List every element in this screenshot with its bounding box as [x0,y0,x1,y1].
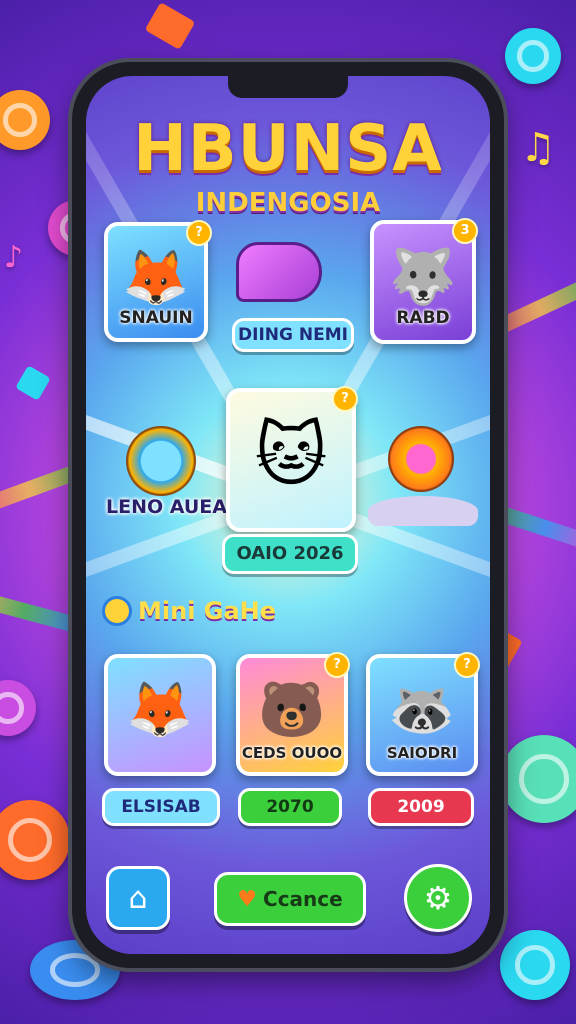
mini-game-pill-2[interactable]: 2070 [238,788,342,826]
center-action-label: Ccance [263,887,343,911]
bear-character-icon: 🐻 [258,678,326,742]
wolf-character-icon: 🐺 [389,245,457,309]
coin-icon [500,735,576,823]
help-badge-icon: ? [186,220,212,246]
rocket-icon [236,242,322,302]
feature-pill-center[interactable]: OAIO 2026 [222,534,358,574]
mini-game-pill-1[interactable]: ELSISAB [102,788,220,826]
heart-icon: ♥ [237,886,258,912]
gem-icon [144,2,196,50]
home-button[interactable]: ⌂ [106,866,170,930]
fox-character-icon: 🦊 [126,678,194,742]
settings-button[interactable]: ⚙ [404,864,472,932]
card-label: RABD [396,308,450,328]
home-icon: ⌂ [128,880,148,916]
left-feature-label[interactable]: LENO AUEA [106,496,227,518]
camera-notch [228,76,348,98]
fox-character-icon: 🦊 [122,245,190,309]
compass-icon [126,426,196,496]
music-note-icon: ♪ [4,240,24,275]
mini-game-card-1[interactable]: 🦊 [104,654,216,776]
gem-icon [15,365,51,401]
coin-icon [0,800,70,880]
feature-pill-top[interactable]: DIING NEMI [232,318,354,352]
coin-icon [500,930,570,1000]
section-title-text: Mini GaHe [138,597,277,625]
help-badge-icon: ? [324,652,350,678]
mini-games-icon [102,596,132,626]
card-label: SNAUIN [119,308,193,328]
app-subtitle: INDENGOSIA [195,188,381,218]
coin-icon [505,28,561,84]
coin-icon [0,90,50,150]
center-action-button[interactable]: ♥ Ccance [214,872,366,926]
card-label: CEDS OUOO [241,744,343,762]
rocks-decoration [368,496,478,526]
wheel-icon [388,426,454,492]
game-screen: HBUNSA INDENGOSIA 🦊 SNAUIN ? DIING NEMI … [86,76,490,954]
card-label: SAIODRI [386,744,458,762]
help-badge-icon: ? [332,386,358,412]
gear-icon: ⚙ [423,879,453,917]
mini-games-header: Mini GaHe [102,596,276,626]
help-badge-icon: ? [454,652,480,678]
raccoon-character-icon: 🦝 [388,678,456,742]
app-title: HBUNSA [133,112,443,186]
coin-icon [0,680,36,736]
music-note-icon: ♫ [520,125,556,171]
phone-frame: HBUNSA INDENGOSIA 🦊 SNAUIN ? DIING NEMI … [72,62,504,968]
number-badge-icon: 3 [452,218,478,244]
cat-character-icon: 🐱 [254,413,328,496]
mini-game-pill-3[interactable]: 2009 [368,788,474,826]
